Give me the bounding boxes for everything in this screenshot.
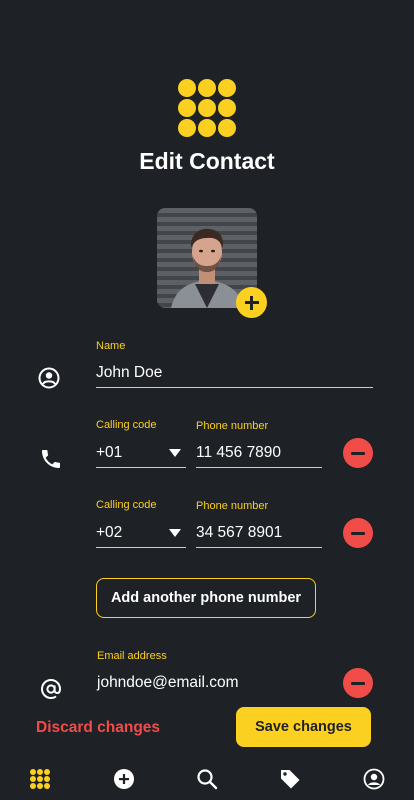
chevron-down-icon[interactable] <box>169 449 181 457</box>
at-sign-icon <box>40 678 62 700</box>
remove-phone-button-2[interactable] <box>343 518 373 548</box>
app-logo <box>178 79 236 137</box>
person-icon <box>38 367 60 389</box>
phone-number-underline-2 <box>196 547 322 548</box>
phone-number-underline-1 <box>196 467 322 468</box>
name-label: Name <box>96 340 126 352</box>
discard-changes-button[interactable]: Discard changes <box>36 719 160 737</box>
email-label: Email address <box>97 650 167 662</box>
name-underline <box>96 387 373 388</box>
page-title: Edit Contact <box>139 148 275 174</box>
phone-number-input-1[interactable]: 11 456 7890 <box>196 444 281 462</box>
add-phone-button[interactable]: Add another phone number <box>96 578 316 618</box>
calling-code-select-2[interactable]: +02 <box>96 524 122 542</box>
calling-code-underline-2 <box>96 547 186 548</box>
calling-code-select-1[interactable]: +01 <box>96 444 122 462</box>
phone-icon <box>42 450 60 468</box>
profile-icon[interactable] <box>363 768 385 790</box>
remove-phone-button-1[interactable] <box>343 438 373 468</box>
grid-logo-icon[interactable] <box>30 769 52 791</box>
calling-code-label-2: Calling code <box>96 499 157 511</box>
bottom-nav <box>0 758 414 800</box>
remove-email-button[interactable] <box>343 668 373 698</box>
search-icon[interactable] <box>196 768 218 790</box>
phone-number-label-2: Phone number <box>196 500 269 512</box>
phone-number-label-1: Phone number <box>196 420 269 432</box>
chevron-down-icon[interactable] <box>169 529 181 537</box>
add-circle-icon[interactable] <box>113 768 135 790</box>
phone-number-input-2[interactable]: 34 567 8901 <box>196 524 282 542</box>
email-input[interactable]: johndoe@email.com <box>97 674 239 692</box>
calling-code-label-1: Calling code <box>96 419 157 431</box>
save-changes-button[interactable]: Save changes <box>236 707 371 747</box>
name-input[interactable]: John Doe <box>96 364 162 382</box>
calling-code-underline-1 <box>96 467 186 468</box>
add-photo-button[interactable] <box>236 287 267 318</box>
tag-icon[interactable] <box>279 768 301 790</box>
